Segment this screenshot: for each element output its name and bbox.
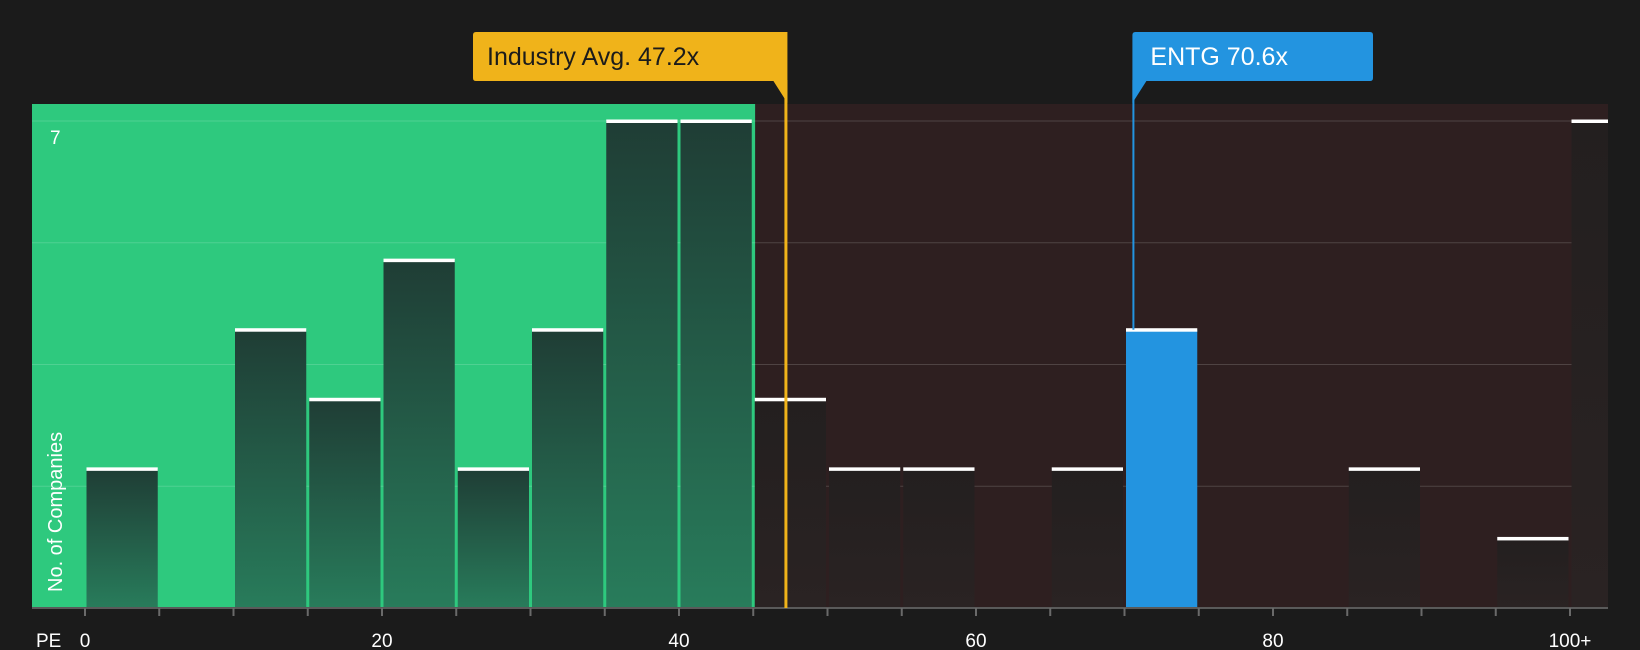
bar-top-cap — [1571, 119, 1608, 123]
x-axis-label: PE — [36, 631, 61, 650]
bar-top-cap — [1126, 328, 1198, 332]
y-tick-label: 7 — [50, 128, 61, 149]
x-tick-label: 20 — [371, 631, 392, 650]
bar-top-cap — [383, 258, 455, 263]
histogram-bar — [1348, 468, 1420, 608]
x-tick-label: 60 — [965, 631, 986, 650]
x-tick-label: 100+ — [1549, 631, 1592, 650]
histogram-bar — [1126, 329, 1198, 608]
pe-distribution-chart: 0 20 40 60 80 100+ Industry Avg. 47.2x ENTG 70… — [32, 32, 1608, 650]
y-axis-label: No. of Companies — [45, 432, 67, 592]
histogram-bar — [754, 399, 826, 608]
bar-top-cap — [86, 467, 158, 471]
histogram-bar — [606, 121, 678, 608]
histogram-bar — [235, 329, 307, 608]
bar-top-cap — [606, 119, 678, 123]
histogram-bar — [680, 121, 752, 608]
histogram-bar — [309, 399, 381, 608]
bar-top-cap — [235, 328, 307, 332]
bar-top-cap — [1051, 467, 1123, 471]
bar-top-cap — [680, 119, 752, 123]
x-tick-label: 0 — [80, 631, 91, 650]
histogram-bar — [532, 329, 604, 608]
company-pe-label: ENTG 70.6x — [1150, 43, 1288, 71]
histogram-bar — [383, 260, 455, 608]
x-tick-label: 40 — [668, 631, 689, 650]
histogram-bar — [1571, 121, 1608, 608]
histogram-bar — [457, 468, 529, 608]
histogram-bar — [86, 468, 158, 608]
bar-top-cap — [1348, 467, 1420, 471]
bar-top-cap — [829, 467, 901, 471]
bar-top-cap — [1497, 536, 1569, 541]
histogram-bar — [1497, 538, 1569, 608]
x-tick-label: 80 — [1262, 631, 1283, 650]
bar-top-cap — [903, 467, 975, 471]
histogram-bar — [903, 468, 975, 608]
bar-top-cap — [532, 328, 604, 332]
bar-top-cap — [457, 467, 529, 471]
bar-top-cap — [754, 397, 826, 402]
histogram-bar — [829, 468, 901, 608]
industry-avg-label: Industry Avg. 47.2x — [487, 43, 700, 71]
bar-top-cap — [309, 397, 381, 402]
histogram-bar — [1051, 468, 1123, 608]
